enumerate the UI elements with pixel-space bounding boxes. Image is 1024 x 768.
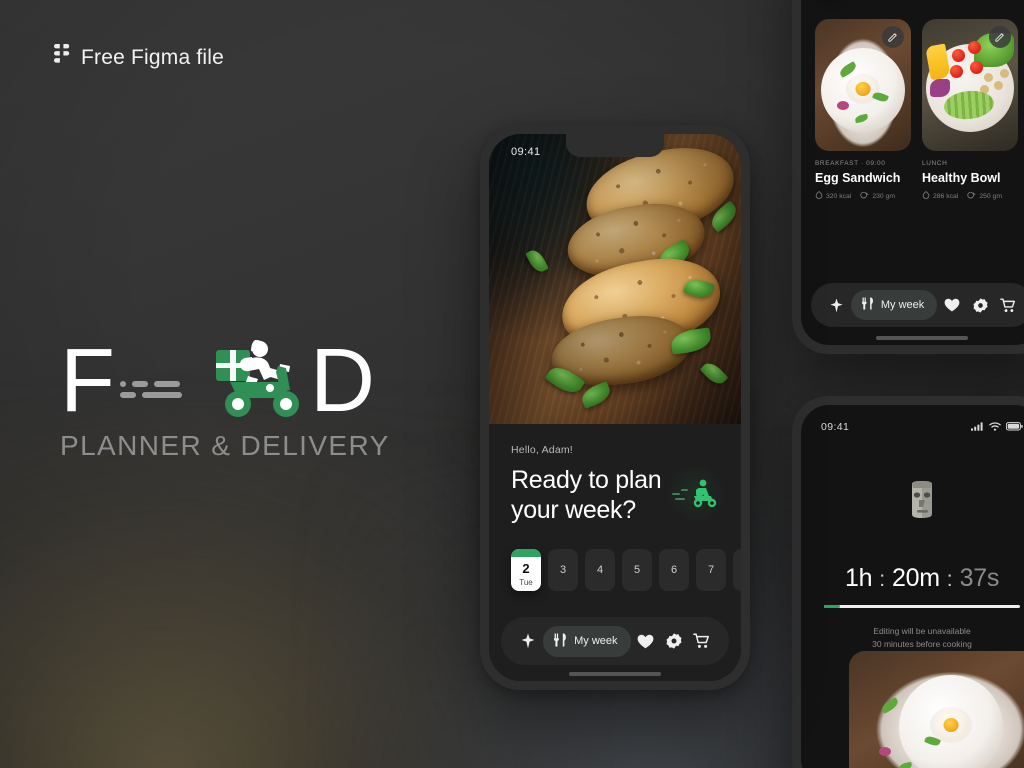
tab-my-week-label: My week xyxy=(574,635,618,647)
home-indicator xyxy=(876,336,968,340)
meal-kcal-value: 286 kcal xyxy=(933,192,959,200)
date-chip[interactable]: 6 xyxy=(659,549,689,591)
meal-card[interactable]: BREAKFAST · 09:00 Egg Sandwich 320 kcal xyxy=(815,19,911,201)
cutlery-icon xyxy=(861,297,874,313)
meal-thumbnail xyxy=(815,19,911,151)
figma-badge-label: Free Figma file xyxy=(81,46,225,69)
status-bar: 09:41 xyxy=(801,405,1024,436)
screenshot-stage: Free Figma file F D PLANNER & DELIVERY 0… xyxy=(0,0,1024,768)
date-selector[interactable]: 2 Tue 3 4 5 6 7 8 xyxy=(511,549,741,591)
scooter-delivery-icon xyxy=(186,336,308,427)
wifi-icon xyxy=(989,418,1001,436)
hero-food-image xyxy=(489,134,741,424)
timer-hours: 1h xyxy=(844,564,873,592)
status-bar-time: 09:41 xyxy=(821,421,850,433)
meal-kind: BREAKFAST · 09:00 xyxy=(815,160,886,167)
phone-screen: 09:41 Hello, Adam! Ready to plan your we… xyxy=(489,134,741,681)
timer-seconds: 37s xyxy=(959,564,1000,592)
date-chip-weekday: Tue xyxy=(519,578,533,587)
status-bar-time: 09:41 xyxy=(511,146,541,158)
status-bar-icons xyxy=(971,418,1023,436)
scale-icon xyxy=(967,191,976,201)
logo-subtitle: PLANNER & DELIVERY xyxy=(60,430,390,461)
gear-icon[interactable] xyxy=(967,292,993,318)
heart-icon[interactable] xyxy=(939,292,965,318)
heart-icon[interactable] xyxy=(633,628,659,654)
bottom-tab-bar: My week xyxy=(811,283,1024,327)
signal-icon xyxy=(971,418,984,436)
logo-wordmark: F D xyxy=(60,331,375,431)
meal-weight: 230 gm xyxy=(860,191,895,201)
date-chip[interactable]: 3 xyxy=(548,549,578,591)
date-chip[interactable]: 7 xyxy=(696,549,726,591)
phone-mockup-meals: 2 Tue BREAKFAST · 0 xyxy=(792,0,1024,354)
gear-icon[interactable] xyxy=(661,628,687,654)
timer-note-line-2: 30 minutes before cooking xyxy=(872,639,972,649)
timer-note-line-1: Editing will be unavailable xyxy=(873,626,971,636)
meal-kind: LUNCH xyxy=(922,160,948,167)
phone-mockup-timer: 09:41 1h: 20m: 37s Editing will be una… xyxy=(792,396,1024,768)
date-chip[interactable]: 4 xyxy=(585,549,615,591)
date-chip[interactable]: 8 xyxy=(733,549,741,591)
timer-note: Editing will be unavailable 30 minutes b… xyxy=(801,625,1024,651)
avatar xyxy=(801,480,1024,522)
scooter-delivery-icon xyxy=(667,464,725,522)
date-chip-accent-strip xyxy=(511,549,541,557)
timer-separator: : xyxy=(879,568,886,591)
flame-icon xyxy=(922,190,930,201)
logo-letter-d: D xyxy=(309,331,375,431)
cart-icon[interactable] xyxy=(689,628,715,654)
cart-icon[interactable] xyxy=(995,292,1021,318)
meal-stats: 286 kcal 250 gm xyxy=(922,190,1018,201)
home-indicator xyxy=(569,672,661,676)
sparkle-icon[interactable] xyxy=(515,628,541,654)
meal-card[interactable] xyxy=(849,651,1024,768)
meals-screen: 2 Tue BREAKFAST · 0 xyxy=(801,0,1024,345)
meal-kcal: 286 kcal xyxy=(922,190,959,201)
meal-kcal-value: 320 kcal xyxy=(826,192,852,200)
scale-icon xyxy=(860,191,869,201)
sparkle-icon[interactable] xyxy=(823,292,849,318)
date-chip-active[interactable]: 2 Tue xyxy=(511,549,541,591)
tab-my-week[interactable]: My week xyxy=(850,290,938,320)
figma-icon xyxy=(53,44,70,72)
timer-minutes: 20m xyxy=(892,564,940,592)
meal-card-list: BREAKFAST · 09:00 Egg Sandwich 320 kcal xyxy=(801,0,1024,201)
pencil-icon[interactable] xyxy=(989,26,1011,48)
timer-progress-bar xyxy=(824,605,1020,608)
brand-logo: F D PLANNER & DELIVERY xyxy=(60,331,390,462)
meal-thumbnail xyxy=(922,19,1018,151)
bottom-tab-bar: My week xyxy=(501,617,729,665)
greeting-text: Hello, Adam! xyxy=(511,444,573,456)
phone-mockup-main: 09:41 Hello, Adam! Ready to plan your we… xyxy=(480,125,750,690)
meal-kcal: 320 kcal xyxy=(815,190,852,201)
tab-my-week-label: My week xyxy=(880,299,925,311)
battery-icon xyxy=(1005,418,1023,436)
timer-separator: : xyxy=(946,568,953,591)
meal-name: Healthy Bowl xyxy=(922,171,1001,185)
motion-dashes xyxy=(119,380,182,398)
timer-screen: 09:41 1h: 20m: 37s Editing will be una… xyxy=(801,405,1024,768)
date-chip[interactable]: 5 xyxy=(622,549,652,591)
meal-name: Egg Sandwich xyxy=(815,171,901,185)
meal-thumbnail xyxy=(849,651,1024,768)
cooking-countdown: 1h : 20m : 37s xyxy=(801,564,1024,593)
meal-weight: 250 gm xyxy=(967,191,1002,201)
flame-icon xyxy=(815,190,823,201)
timer-progress-fill xyxy=(824,605,840,608)
meal-weight-value: 230 gm xyxy=(872,192,895,200)
date-chip-number: 2 xyxy=(522,561,530,576)
free-figma-file-badge[interactable]: Free Figma file xyxy=(53,44,225,72)
meal-stats: 320 kcal 230 gm xyxy=(815,190,911,201)
phone-notch xyxy=(566,134,664,157)
pencil-icon[interactable] xyxy=(882,26,904,48)
tab-my-week[interactable]: My week xyxy=(543,625,631,657)
meal-card[interactable]: LUNCH Healthy Bowl 286 kcal 250 gm xyxy=(922,19,1018,201)
logo-letter-f: F xyxy=(60,331,115,431)
cutlery-icon xyxy=(554,633,567,650)
meal-weight-value: 250 gm xyxy=(979,192,1002,200)
